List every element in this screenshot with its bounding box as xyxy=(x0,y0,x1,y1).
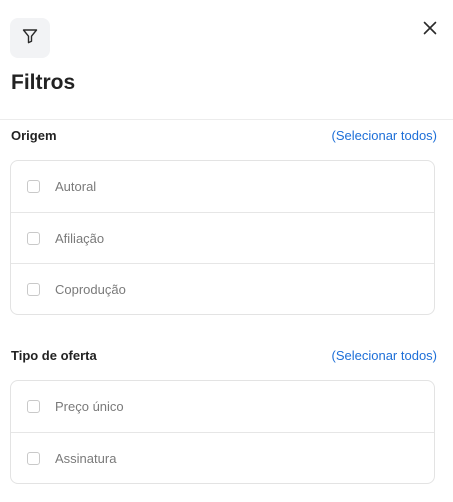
checkbox[interactable] xyxy=(27,282,40,296)
section-header-origem: Origem (Selecionar todos) xyxy=(11,125,437,145)
checkbox[interactable] xyxy=(27,451,40,465)
select-all-link[interactable]: (Selecionar todos) xyxy=(332,348,438,363)
option-label: Afiliação xyxy=(55,230,105,246)
select-all-link[interactable]: (Selecionar todos) xyxy=(332,128,438,143)
filter-icon xyxy=(21,27,39,50)
options-list-tipo-de-oferta: Preço único Assinatura xyxy=(10,380,435,484)
options-list-origem: Autoral Afiliação Coprodução xyxy=(10,160,435,315)
close-icon xyxy=(423,21,437,40)
option-preco-unico[interactable]: Preço único xyxy=(11,381,434,432)
page-title: Filtros xyxy=(11,71,76,94)
option-label: Assinatura xyxy=(55,450,117,466)
checkbox[interactable] xyxy=(27,400,40,413)
section-title: Tipo de oferta xyxy=(11,347,97,363)
option-autoral[interactable]: Autoral xyxy=(11,161,434,212)
header-divider xyxy=(0,119,453,120)
option-label: Coprodução xyxy=(55,281,126,297)
close-button[interactable] xyxy=(419,19,441,41)
section-header-tipo-de-oferta: Tipo de oferta (Selecionar todos) xyxy=(11,345,437,365)
option-assinatura[interactable]: Assinatura xyxy=(11,432,434,483)
option-coproducao[interactable]: Coprodução xyxy=(11,263,434,314)
option-afiliacao[interactable]: Afiliação xyxy=(11,212,434,263)
section-title: Origem xyxy=(11,127,57,143)
option-label: Preço único xyxy=(55,399,124,414)
option-label: Autoral xyxy=(55,179,97,194)
filter-button[interactable] xyxy=(10,18,50,58)
checkbox[interactable] xyxy=(27,231,40,245)
checkbox[interactable] xyxy=(27,180,40,193)
